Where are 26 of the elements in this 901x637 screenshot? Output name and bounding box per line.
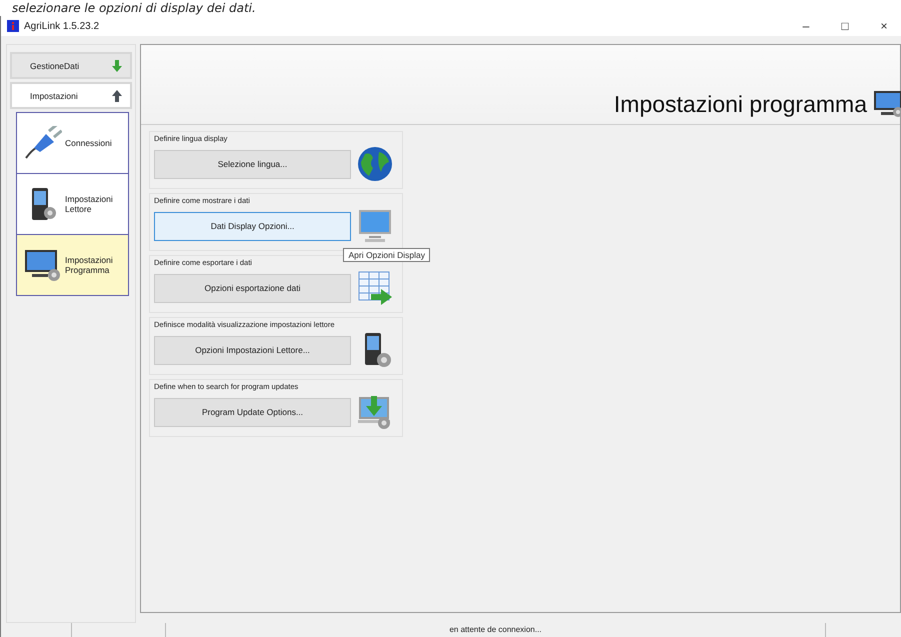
caption-text: selezionare le opzioni di display dei dati. [11,0,257,16]
sidebar-item[interactable]: Impostazioni Programma [16,235,129,296]
page-title: Impostazioni programma [614,91,867,118]
option-button[interactable]: Selezione lingua... [154,150,351,178]
sidebar-item[interactable]: Impostazioni Lettore [16,174,129,235]
down-arrow-icon [112,60,122,72]
monitor-icon [357,208,393,244]
option-button[interactable]: Opzioni esportazione dati [154,274,351,302]
status-text: en attente de connexion... [166,623,826,637]
window-title: AgriLink 1.5.23.2 [24,20,100,32]
up-arrow-icon [112,90,122,102]
option-button[interactable]: Dati Display Opzioni... [154,212,351,240]
window-control[interactable]: × [867,19,901,33]
sidebar-group-button[interactable]: Impostazioni [10,82,132,109]
option-button[interactable]: Program Update Options... [154,398,351,426]
globe-icon [357,146,393,182]
download-gear-icon [357,394,393,430]
sidebar-item[interactable]: Connessioni [16,112,129,174]
tooltip: Apri Opzioni Display [343,248,430,262]
sidebar-group-button[interactable]: GestioneDati [10,52,132,79]
window-control[interactable]: – [789,19,823,33]
window-control[interactable]: □ [828,19,862,33]
option-button[interactable]: Opzioni Impostazioni Lettore... [154,336,351,364]
table-arrow-icon [357,270,393,306]
monitor-gear-icon [22,248,62,282]
app-icon [7,20,19,32]
